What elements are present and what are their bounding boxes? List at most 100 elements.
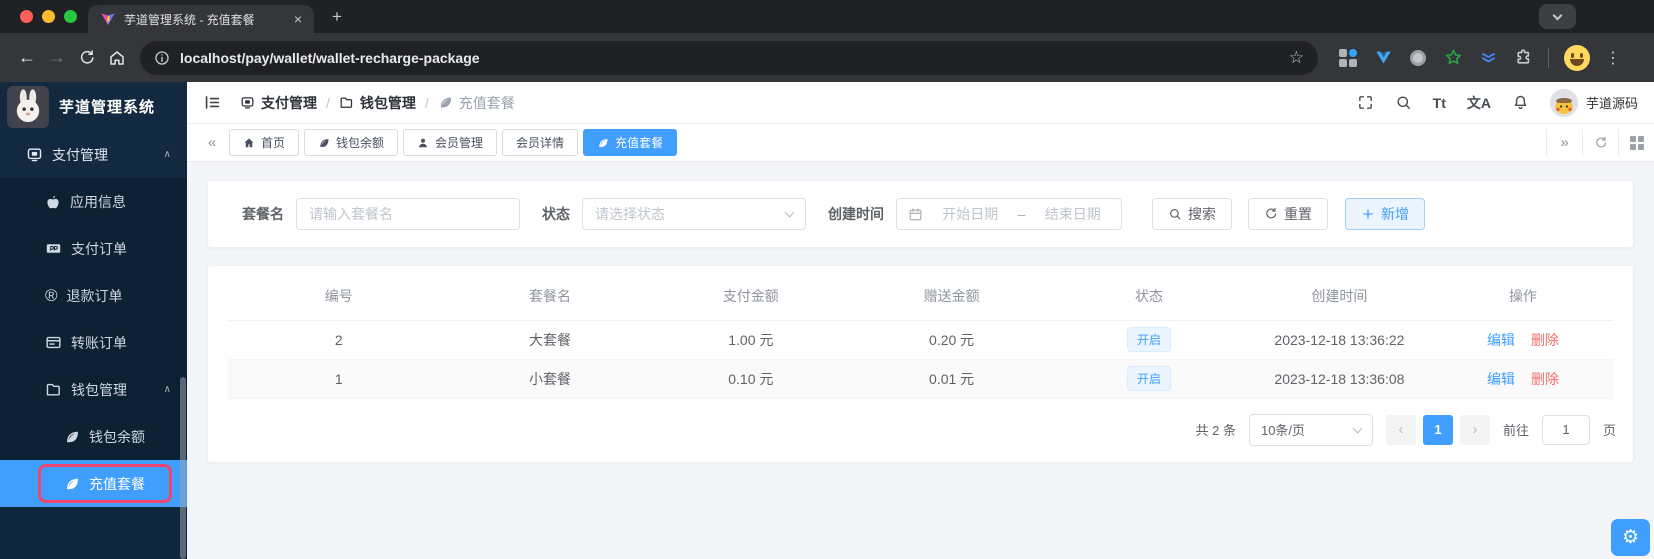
pay-icon [241,97,254,109]
cell-status: 开启 [1052,359,1246,399]
tag-home[interactable]: 首页 [229,129,300,156]
tag-member-detail[interactable]: 会员详情 [502,129,579,156]
browser-menu-icon[interactable]: ⋮ [1605,48,1621,68]
cell-bonus: 0.01 元 [851,359,1053,399]
sidebar-item-label: 钱包管理 [71,381,127,398]
app-logo-row[interactable]: 芋道管理系统 [0,82,187,131]
page-size-value: 10条/页 [1260,423,1306,438]
sidebar-item-wallet-management[interactable]: 钱包管理 ∧ [0,366,187,413]
tag-recharge-package[interactable]: 充值套餐 [583,129,678,156]
tab-close-icon[interactable]: × [294,12,302,26]
bell-icon[interactable] [1512,94,1529,111]
forward-button[interactable]: → [42,43,72,73]
reset-button[interactable]: 重置 [1248,198,1328,230]
dot-extension-icon[interactable] [1408,48,1428,68]
tag-member-management[interactable]: 会员管理 [403,129,498,156]
layers-extension-icon[interactable] [1478,48,1498,68]
add-button-label: 新增 [1381,206,1409,222]
site-info-icon[interactable] [154,50,170,66]
sidebar-item-wallet-balance[interactable]: 钱包余额 [0,413,187,460]
cell-actions: 编辑 删除 [1432,359,1613,399]
table-card: 编号 套餐名 支付金额 赠送金额 状态 创建时间 操作 2 大套餐 1.00 元… [207,265,1634,463]
home-button[interactable] [102,43,132,73]
breadcrumb-item-wallet[interactable]: 钱包管理 [339,93,416,113]
cell-status: 开启 [1052,320,1246,360]
username[interactable]: 芋道源码 [1586,93,1638,112]
table-row[interactable]: 1 小套餐 0.10 元 0.01 元 开启 2023-12-18 13:36:… [228,359,1613,399]
edit-link[interactable]: 编辑 [1487,332,1515,348]
pagination-total: 共 2 条 [1195,423,1236,438]
folder-icon [340,97,353,108]
breadcrumb: 支付管理 / 钱包管理 / 充值套餐 [240,93,515,113]
tab-search-button[interactable] [1539,4,1576,29]
cell-pay: 1.00 元 [650,320,852,360]
sidebar-item-refund-order[interactable]: ® 退款订单 [0,272,187,319]
date-range-separator: – [1017,206,1026,222]
minimize-window-button[interactable] [42,10,55,23]
tags-refresh-icon[interactable] [1582,129,1618,156]
table-row[interactable]: 2 大套餐 1.00 元 0.20 元 开启 2023-12-18 13:36:… [228,320,1613,360]
font-size-icon[interactable]: Tt [1433,95,1446,111]
sidebar-item-label: 支付订单 [71,240,127,257]
tags-scroll-left-icon[interactable]: « [199,134,225,151]
edit-link[interactable]: 编辑 [1487,371,1515,387]
url-text[interactable]: localhost/pay/wallet/wallet-recharge-pac… [180,50,1279,66]
leaf-icon [440,97,451,108]
breadcrumb-label: 钱包管理 [359,94,416,111]
page-content: 套餐名 状态 请选择状态 创建时间 开始日期 – 结束日期 [187,162,1654,559]
status-badge: 开启 [1126,327,1171,352]
delete-link[interactable]: 删除 [1531,332,1559,348]
sidebar-scrollbar[interactable] [180,377,186,559]
fullscreen-icon[interactable] [1357,94,1374,111]
next-page-button[interactable]: › [1459,414,1490,445]
tag-wallet-balance[interactable]: 钱包余额 [304,129,399,156]
add-button[interactable]: 新增 [1345,198,1425,230]
status-select-placeholder: 请选择状态 [595,206,665,222]
sidebar-item-transfer-order[interactable]: 转账订单 [0,319,187,366]
settings-gear-button[interactable]: ⚙ [1611,519,1650,556]
delete-link[interactable]: 删除 [1531,371,1559,387]
search-icon[interactable] [1395,94,1412,111]
status-filter-select[interactable]: 请选择状态 [582,198,806,230]
tag-label: 会员详情 [516,136,565,150]
page-number-button[interactable]: 1 [1422,414,1453,445]
sidebar-item-pay-management[interactable]: 支付管理 ∧ [0,131,187,178]
name-filter-input[interactable] [296,198,520,230]
page-size-select[interactable]: 10条/页 [1248,413,1373,446]
bookmark-star-icon[interactable]: ☆ [1289,48,1304,68]
sidebar-fold-icon[interactable] [203,93,222,112]
search-icon [1170,209,1181,220]
layout-grid-icon[interactable] [1618,129,1654,156]
app-title: 芋道管理系统 [59,99,156,116]
reset-button-label: 重置 [1284,206,1312,222]
window-controls[interactable] [20,10,77,23]
new-tab-button[interactable]: + [324,4,350,30]
tags-scroll-right-icon[interactable]: » [1546,129,1582,156]
sidebar-item-app-info[interactable]: 应用信息 [0,178,187,225]
reload-button[interactable] [72,43,102,73]
back-button[interactable]: ← [12,43,42,73]
recharge-package-table: 编号 套餐名 支付金额 赠送金额 状态 创建时间 操作 2 大套餐 1.00 元… [228,272,1613,399]
grid-extension-icon[interactable] [1338,48,1358,68]
goto-page-input[interactable] [1541,414,1590,445]
browser-tab[interactable]: 芋道管理系统 - 充值套餐 × [88,5,314,33]
col-actions: 操作 [1432,272,1613,321]
user-avatar[interactable] [1549,88,1578,117]
close-window-button[interactable] [20,10,33,23]
locale-icon[interactable]: 文A [1467,93,1491,113]
browser-profile-avatar[interactable] [1564,44,1590,71]
pagination: 共 2 条 10条/页 ‹ 1 › 前往 页 [208,399,1633,462]
address-bar[interactable]: localhost/pay/wallet/wallet-recharge-pac… [140,40,1318,75]
extensions-puzzle-icon[interactable] [1513,48,1533,68]
zoom-window-button[interactable] [64,10,77,23]
search-button[interactable]: 搜索 [1152,198,1232,230]
sidebar-item-pay-order[interactable]: 支付订单 [0,225,187,272]
star-extension-icon[interactable] [1443,48,1463,68]
prev-page-button[interactable]: ‹ [1385,414,1416,445]
chevron-down-icon [1352,423,1363,433]
date-range-picker[interactable]: 开始日期 – 结束日期 [896,198,1122,230]
sidebar-item-recharge-package[interactable]: 充值套餐 [0,460,187,507]
breadcrumb-item-pay[interactable]: 支付管理 [240,93,317,113]
col-created: 创建时间 [1245,272,1433,321]
vue-devtools-icon[interactable] [1373,48,1393,68]
